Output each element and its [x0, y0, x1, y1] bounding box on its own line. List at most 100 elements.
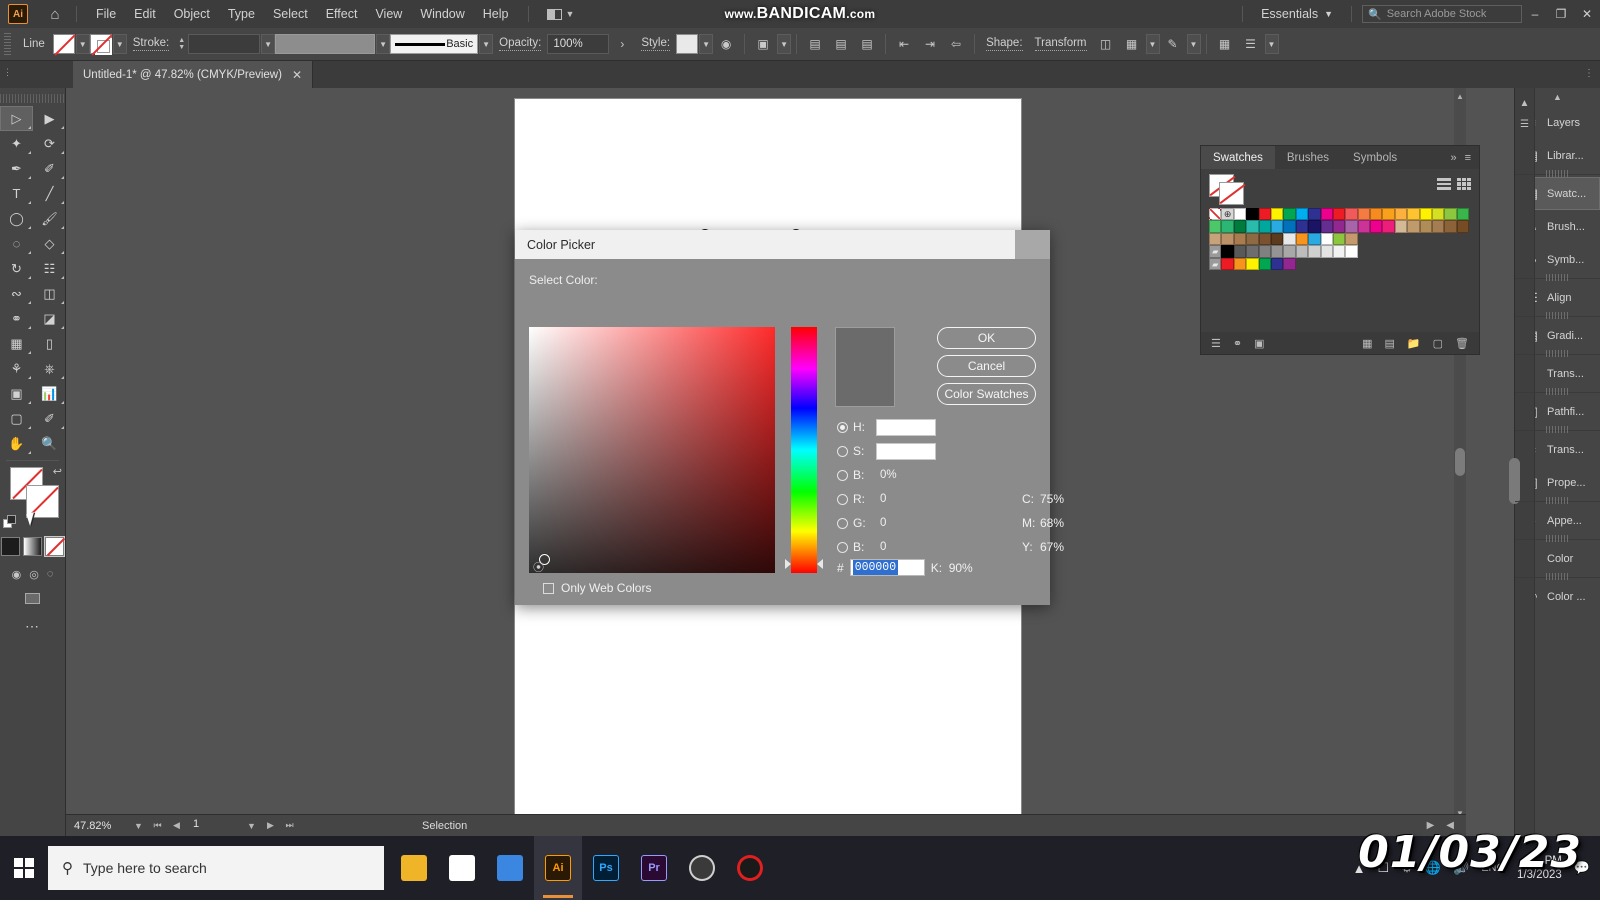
vertical-scroll-thumb[interactable]	[1455, 448, 1465, 476]
home-icon[interactable]: ⌂	[44, 6, 66, 23]
taskbar-app-microsoft-store[interactable]	[438, 836, 486, 900]
swap-fill-stroke-icon[interactable]: ↩	[53, 465, 62, 478]
magic-wand-tool[interactable]: ✦	[0, 131, 33, 156]
swatch-cell[interactable]	[1382, 220, 1395, 233]
restore-button[interactable]: ❐	[1548, 0, 1574, 28]
document-tab[interactable]: Untitled-1* @ 47.82% (CMYK/Preview) ✕	[73, 61, 313, 88]
default-fill-stroke-icon[interactable]	[3, 515, 17, 529]
swatch-cell[interactable]	[1233, 232, 1247, 246]
yellow-value[interactable]: 67%	[1040, 540, 1064, 554]
swatch-cell[interactable]	[1209, 208, 1222, 221]
fill-dropdown-chevron-icon[interactable]: ▼	[75, 34, 90, 54]
width-tool[interactable]: ∾	[0, 281, 33, 306]
swatch-cell[interactable]	[1357, 220, 1371, 233]
minimize-button[interactable]: –	[1522, 0, 1548, 28]
swatch-cell[interactable]	[1394, 220, 1408, 233]
only-web-colors-checkbox[interactable]	[543, 582, 554, 594]
symbol-sprayer-tool[interactable]: ▣	[0, 381, 33, 406]
shape-label[interactable]: Shape:	[986, 37, 1023, 51]
taskbar-app-adobe-premiere[interactable]: Pr	[630, 836, 678, 900]
swatch-cell[interactable]	[1209, 232, 1222, 246]
adobe-stock-search-input[interactable]: 🔍 Search Adobe Stock	[1362, 5, 1522, 23]
swatch-cell[interactable]	[1432, 208, 1445, 221]
artboard-tool[interactable]: ▢	[0, 406, 33, 431]
swatch-cell[interactable]	[1394, 208, 1408, 221]
current-swatch-preview[interactable]	[1209, 174, 1245, 205]
toggle-panels-icon[interactable]: ▦	[1212, 33, 1238, 55]
new-color-group-icon[interactable]: ▦	[1362, 337, 1372, 350]
menu-type[interactable]: Type	[219, 3, 264, 25]
swatch-cell[interactable]: ⊕	[1221, 208, 1234, 221]
rotate-tool[interactable]: ↻	[0, 256, 33, 281]
menu-select[interactable]: Select	[264, 3, 317, 25]
arrange-documents-button[interactable]: ▼	[546, 8, 574, 20]
stroke-weight-stepper[interactable]: ▲ ▼	[178, 37, 185, 51]
artboard-chevron-icon[interactable]: ▼	[245, 821, 258, 831]
hue-slider[interactable]	[791, 327, 817, 573]
swatch-cell[interactable]	[1246, 220, 1259, 233]
only-web-colors-row[interactable]: Only Web Colors	[543, 581, 651, 595]
swatch-cell[interactable]	[1246, 232, 1259, 246]
swatch-cell[interactable]	[1295, 232, 1309, 246]
edit-toolbar-icon[interactable]: ⋯	[0, 618, 65, 635]
none-mode-button[interactable]	[45, 537, 64, 556]
swatch-cell[interactable]	[1258, 220, 1271, 233]
swatch-cell[interactable]	[1419, 220, 1433, 233]
align-top-icon[interactable]: ⇤	[891, 33, 917, 55]
swatch-cell[interactable]	[1283, 220, 1296, 233]
swatch-cell[interactable]	[1370, 220, 1383, 233]
taskbar-app-file-explorer[interactable]	[390, 836, 438, 900]
taskbar-app-adobe-photoshop[interactable]: Ps	[582, 836, 630, 900]
eraser-tool[interactable]: ◇	[33, 231, 66, 256]
tools-panel-grip[interactable]	[0, 94, 65, 103]
previous-artboard-icon[interactable]: ◀	[170, 820, 183, 831]
menu-help[interactable]: Help	[474, 3, 518, 25]
swatches-panel[interactable]: Swatches Brushes Symbols » ≡ ⊕ ▰ ▰ ☰ ⚭ ▣ ▦…	[1200, 145, 1480, 355]
ellipse-tool[interactable]: ◯	[0, 206, 33, 231]
swatch-cell[interactable]	[1345, 208, 1358, 221]
menu-window[interactable]: Window	[411, 3, 473, 25]
swatch-cell[interactable]	[1419, 208, 1433, 221]
align-center-horizontal-icon[interactable]: ▤	[828, 33, 854, 55]
swatch-cell[interactable]: ▰	[1209, 257, 1222, 270]
swatch-cell[interactable]	[1320, 245, 1333, 258]
swatch-cell[interactable]	[1308, 232, 1321, 246]
swatch-grid[interactable]: ⊕ ▰ ▰	[1209, 208, 1470, 270]
swatch-cell[interactable]	[1332, 208, 1346, 221]
swatch-cell[interactable]	[1233, 220, 1247, 233]
taskbar-search-input[interactable]: ⚲ Type here to search	[48, 846, 384, 890]
swatch-cell[interactable]	[1320, 232, 1333, 246]
swatch-cell[interactable]	[1308, 245, 1321, 258]
stroke-weight-chevron-icon[interactable]: ▼	[261, 34, 276, 54]
menu-object[interactable]: Object	[165, 3, 219, 25]
fill-color-button[interactable]	[52, 34, 75, 54]
selection-tool[interactable]: ▷	[0, 106, 33, 131]
swatch-cell[interactable]	[1270, 257, 1284, 270]
swatch-cell[interactable]	[1332, 245, 1346, 258]
swatch-cell[interactable]	[1233, 208, 1247, 221]
graphic-style-preview[interactable]	[676, 34, 699, 54]
slice-tool[interactable]: ✐	[33, 406, 66, 431]
isolate-chevron-icon[interactable]: ▼	[777, 34, 792, 54]
scale-tool[interactable]: ☷	[33, 256, 66, 281]
hand-tool[interactable]: ✋	[0, 431, 33, 456]
saturation-brightness-field[interactable]	[529, 327, 775, 573]
zoom-chevron-icon[interactable]: ▼	[132, 821, 145, 831]
swatch-cell[interactable]	[1345, 220, 1358, 233]
screen-mode-button[interactable]	[0, 593, 65, 604]
draw-behind-icon[interactable]: ◎	[29, 568, 39, 581]
blue-input[interactable]: 0	[876, 539, 936, 556]
tab-symbols[interactable]: Symbols	[1341, 146, 1409, 169]
type-tool[interactable]: T	[0, 181, 33, 206]
direct-selection-tool[interactable]: ▶	[33, 106, 66, 131]
swatch-cell[interactable]	[1332, 232, 1346, 246]
swatch-cell[interactable]	[1246, 245, 1259, 258]
style-label[interactable]: Style:	[641, 37, 671, 51]
blend-tool[interactable]: ⎈	[33, 356, 66, 381]
swatch-cell[interactable]	[1382, 208, 1395, 221]
next-artboard-icon[interactable]: ▶	[264, 820, 277, 831]
swatch-cell[interactable]	[1258, 232, 1271, 246]
swatch-cell[interactable]	[1246, 208, 1259, 221]
opacity-expand-icon[interactable]: ›	[609, 33, 635, 55]
swatch-cell[interactable]	[1345, 245, 1358, 258]
